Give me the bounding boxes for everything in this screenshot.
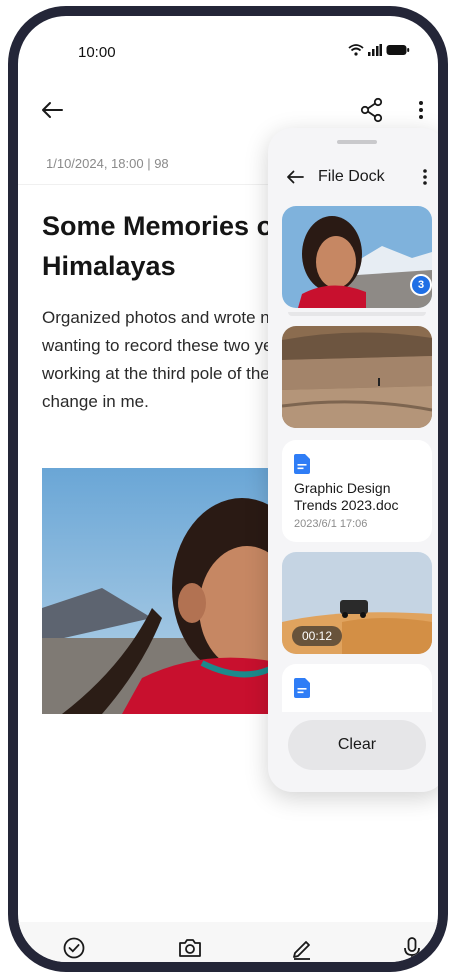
- stack-indicator: [288, 312, 426, 316]
- back-arrow-icon[interactable]: [284, 166, 306, 188]
- clear-button[interactable]: Clear: [288, 720, 426, 770]
- stack-count-badge: 3: [410, 274, 432, 296]
- camera-icon[interactable]: [176, 934, 204, 962]
- document-icon: [294, 454, 310, 474]
- battery-icon: [386, 45, 410, 55]
- dock-title: File Dock: [318, 168, 385, 185]
- thumbnail-girl: [282, 206, 432, 308]
- thumbnail-plateau: [282, 326, 432, 428]
- wifi-icon: [348, 44, 364, 56]
- more-vertical-icon[interactable]: [420, 166, 430, 188]
- drag-handle[interactable]: [337, 140, 377, 144]
- status-icons: [348, 44, 410, 56]
- dock-item-document[interactable]: [282, 664, 432, 712]
- file-dock-panel: File Dock 3 Graphic Design Trends 2023.d…: [268, 128, 438, 792]
- dock-file-list[interactable]: 3 Graphic Design Trends 2023.doc 2023/6/…: [282, 204, 432, 712]
- dock-item-video[interactable]: 00:12: [282, 552, 432, 654]
- back-arrow-icon[interactable]: [38, 96, 66, 124]
- checkbox-circle-icon[interactable]: [60, 934, 88, 962]
- document-date: 2023/6/1 17:06: [294, 518, 368, 530]
- microphone-icon[interactable]: [398, 934, 426, 962]
- video-duration: 00:12: [292, 626, 343, 646]
- status-time: 10:00: [78, 44, 116, 61]
- dock-item-image[interactable]: [282, 326, 432, 428]
- signal-icon: [368, 44, 382, 56]
- pen-icon[interactable]: [288, 934, 316, 962]
- more-vertical-icon[interactable]: [416, 96, 426, 124]
- note-screen: 10:00 1/10/2024, 18:00 | 98 Some Memorie…: [18, 16, 438, 962]
- share-icon[interactable]: [358, 96, 386, 124]
- dock-item-image[interactable]: [282, 206, 432, 308]
- note-photo-girl[interactable]: [42, 468, 302, 714]
- dock-item-document[interactable]: Graphic Design Trends 2023.doc 2023/6/1 …: [282, 440, 432, 542]
- document-icon: [294, 678, 310, 698]
- document-name: Graphic Design Trends 2023.doc: [294, 480, 399, 513]
- note-meta: 1/10/2024, 18:00 | 98: [46, 156, 169, 171]
- phone-frame: 10:00 1/10/2024, 18:00 | 98 Some Memorie…: [8, 6, 448, 972]
